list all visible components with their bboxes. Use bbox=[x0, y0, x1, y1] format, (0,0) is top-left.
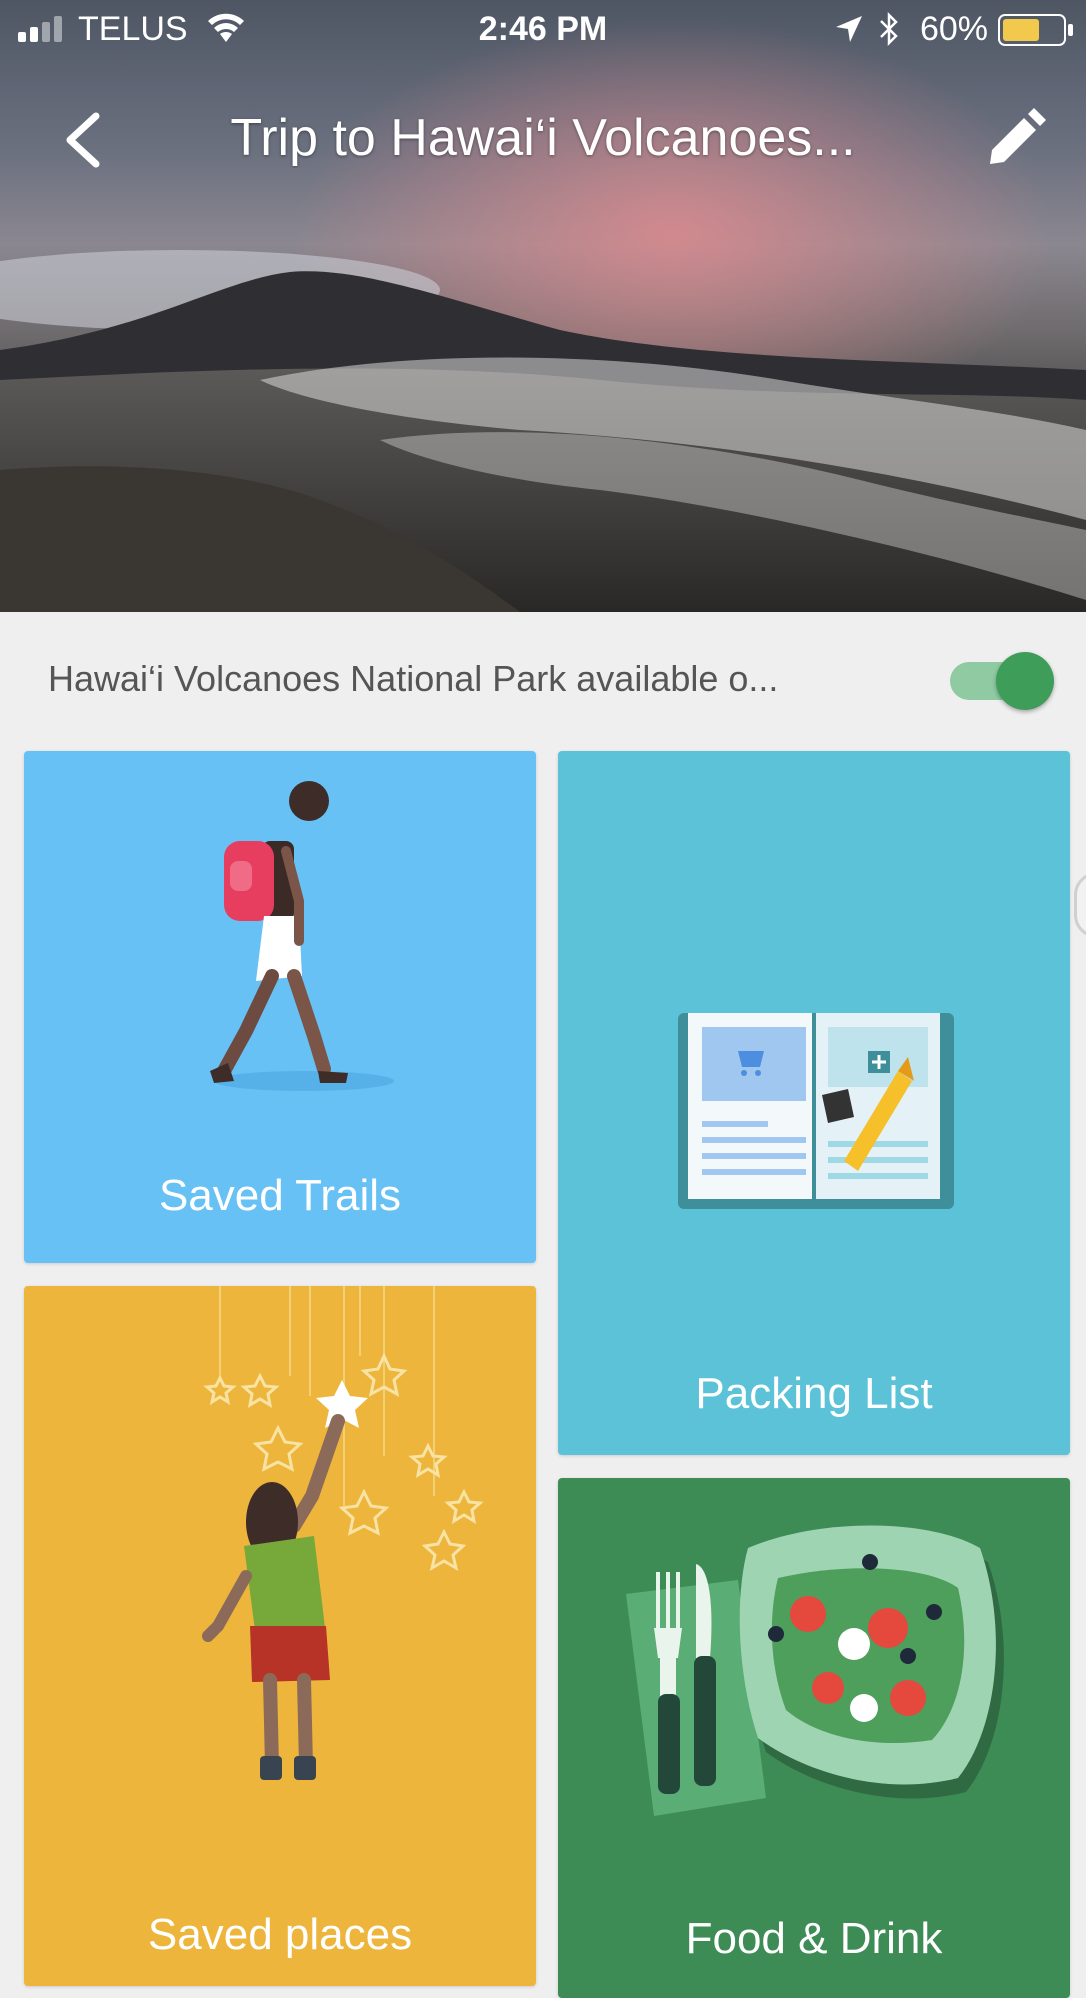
saved-trails-card[interactable]: Saved Trails bbox=[24, 751, 536, 1263]
back-chevron-icon[interactable] bbox=[56, 108, 116, 172]
offline-availability-row: Hawai‘i Volcanoes National Park availabl… bbox=[0, 612, 1086, 740]
saved-places-card[interactable]: Saved places bbox=[24, 1286, 536, 1986]
packing-book-illustration bbox=[678, 1013, 954, 1209]
toggle-knob bbox=[996, 652, 1054, 710]
offline-label: Hawai‘i Volcanoes National Park availabl… bbox=[48, 658, 779, 699]
battery-icon bbox=[998, 14, 1073, 46]
status-bar: TELUS 2:46 PM 60% bbox=[0, 0, 1086, 60]
battery-percent: 60% bbox=[919, 10, 988, 48]
food-drink-card[interactable]: Food & Drink bbox=[558, 1478, 1070, 1998]
packing-list-label: Packing List bbox=[695, 1369, 933, 1418]
location-arrow-icon bbox=[836, 16, 862, 42]
scroll-edge-handle[interactable] bbox=[1074, 872, 1086, 938]
pencil-icon[interactable] bbox=[982, 108, 1046, 172]
bluetooth-icon bbox=[880, 12, 898, 46]
hero-image: TELUS 2:46 PM 60% Trip to Hawai‘i Volcan… bbox=[0, 0, 1086, 612]
offline-toggle[interactable] bbox=[950, 652, 1056, 710]
saved-places-label: Saved places bbox=[147, 1910, 413, 1959]
nav-bar: Trip to Hawai‘i Volcanoes... bbox=[0, 90, 1086, 190]
page-title: Trip to Hawai‘i Volcanoes... bbox=[230, 109, 856, 167]
saved-trails-label: Saved Trails bbox=[158, 1171, 402, 1220]
food-drink-label: Food & Drink bbox=[685, 1914, 943, 1963]
star-reaching-illustration bbox=[202, 1286, 484, 1780]
packing-list-card[interactable]: Packing List bbox=[558, 751, 1070, 1455]
